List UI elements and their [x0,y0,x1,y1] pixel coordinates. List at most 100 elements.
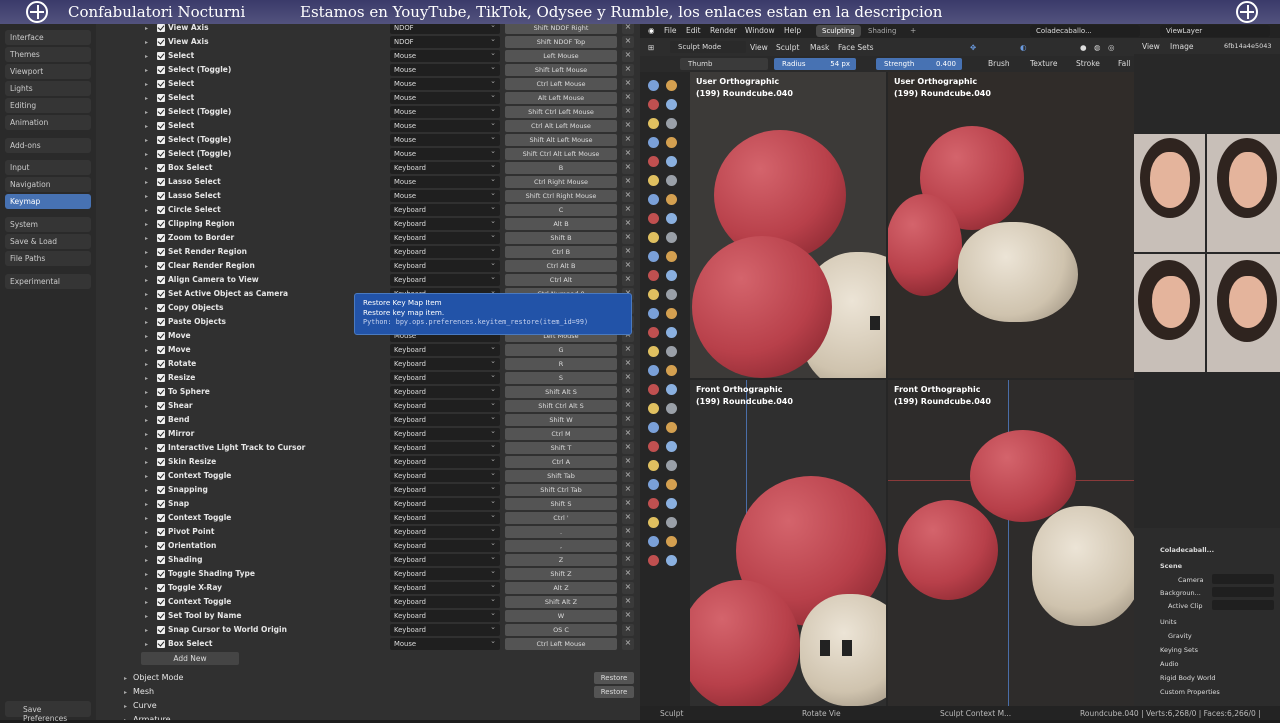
active-checkbox[interactable] [157,38,165,46]
gravity-section[interactable]: Gravity [1168,632,1192,640]
expand-arrow-icon[interactable]: ▸ [145,431,148,438]
remove-item-icon[interactable]: × [622,540,634,552]
active-checkbox[interactable] [157,472,165,480]
sculpt-brush-icon[interactable] [648,213,659,224]
expand-arrow-icon[interactable]: ▸ [145,473,148,480]
device-dropdown[interactable]: Keyboard [390,385,500,398]
expand-arrow-icon[interactable]: ▸ [145,487,148,494]
active-checkbox[interactable] [157,626,165,634]
active-checkbox[interactable] [157,108,165,116]
remove-item-icon[interactable]: × [622,610,634,622]
remove-item-icon[interactable]: × [622,512,634,524]
key-binding-field[interactable]: S [505,372,617,384]
expand-arrow-icon[interactable]: ▸ [145,235,148,242]
add-workspace-icon[interactable]: + [910,26,916,35]
sculpt-brush-icon[interactable] [648,441,659,452]
remove-item-icon[interactable]: × [622,246,634,258]
sculpt-brush-icon[interactable] [666,403,677,414]
key-binding-field[interactable]: Z [505,554,617,566]
expand-arrow-icon[interactable]: ▸ [145,585,148,592]
key-binding-field[interactable]: Shift Tab [505,470,617,482]
sculpt-brush-icon[interactable] [666,137,677,148]
key-binding-field[interactable]: Ctrl Alt B [505,260,617,272]
key-binding-field[interactable]: Shift Ctrl Alt S [505,400,617,412]
active-checkbox[interactable] [157,388,165,396]
active-checkbox[interactable] [157,556,165,564]
expand-arrow-icon[interactable]: ▸ [145,599,148,606]
device-dropdown[interactable]: Keyboard [390,399,500,412]
active-checkbox[interactable] [157,304,165,312]
remove-item-icon[interactable]: × [622,456,634,468]
radius-field[interactable]: Radius 54 px [774,58,856,70]
key-binding-field[interactable]: Ctrl Left Mouse [505,78,617,90]
expand-arrow-icon[interactable]: ▸ [145,123,148,130]
background-field[interactable] [1212,587,1274,597]
active-checkbox[interactable] [157,598,165,606]
sculpt-brush-icon[interactable] [666,175,677,186]
active-checkbox[interactable] [157,444,165,452]
active-checkbox[interactable] [157,332,165,340]
active-checkbox[interactable] [157,416,165,424]
sidebar-item-navigation[interactable]: Navigation [5,177,91,192]
sculpt-brush-icon[interactable] [648,479,659,490]
keymap-category[interactable]: ▸ Curve [124,701,157,710]
key-binding-field[interactable]: Shift Z [505,568,617,580]
camera-field[interactable] [1212,574,1274,584]
sculpt-brush-icon[interactable] [666,213,677,224]
sculpt-brush-icon[interactable] [666,498,677,509]
device-dropdown[interactable]: Keyboard [390,357,500,370]
sculpt-brush-icon[interactable] [648,194,659,205]
active-checkbox[interactable] [157,346,165,354]
key-binding-field[interactable]: Shift Left Mouse [505,64,617,76]
overlay-icon[interactable]: ◐ [1020,43,1027,52]
sculpt-brush-icon[interactable] [666,479,677,490]
viewport-bottom-right[interactable]: Front Orthographic (199) Roundcube.040 [888,380,1134,706]
device-dropdown[interactable]: Keyboard [390,567,500,580]
remove-item-icon[interactable]: × [622,190,634,202]
active-checkbox[interactable] [157,220,165,228]
active-checkbox[interactable] [157,486,165,494]
key-binding-field[interactable]: Shift B [505,232,617,244]
remove-item-icon[interactable]: × [622,162,634,174]
scene-selector[interactable]: Coladecaballo... [1030,25,1140,37]
sculpt-brush-icon[interactable] [666,270,677,281]
viewport-top-left[interactable]: User Orthographic (199) Roundcube.040 [690,72,886,378]
gizmo-icon[interactable]: ✥ [970,43,976,52]
sculpt-brush-icon[interactable] [648,156,659,167]
active-checkbox[interactable] [157,402,165,410]
device-dropdown[interactable]: Keyboard [390,343,500,356]
key-binding-field[interactable]: Ctrl Alt [505,274,617,286]
sidebar-item-animation[interactable]: Animation [5,115,91,130]
remove-item-icon[interactable]: × [622,148,634,160]
active-checkbox[interactable] [157,164,165,172]
sculpt-brush-icon[interactable] [666,118,677,129]
expand-arrow-icon[interactable]: ▸ [145,375,148,382]
sculpt-brush-icon[interactable] [648,403,659,414]
active-checkbox[interactable] [157,612,165,620]
key-binding-field[interactable]: Shift NDOF Top [505,36,617,48]
sculpt-brush-icon[interactable] [666,251,677,262]
menu-mask[interactable]: Mask [810,43,829,52]
key-binding-field[interactable]: Left Mouse [505,50,617,62]
key-binding-field[interactable]: Shift Alt S [505,386,617,398]
expand-arrow-icon[interactable]: ▸ [145,501,148,508]
remove-item-icon[interactable]: × [622,78,634,90]
remove-item-icon[interactable]: × [622,260,634,272]
expand-arrow-icon[interactable]: ▸ [145,165,148,172]
device-dropdown[interactable]: Keyboard [390,259,500,272]
save-preferences-button[interactable]: Save Preferences [5,701,91,723]
remove-item-icon[interactable]: × [622,204,634,216]
expand-arrow-icon[interactable]: ▸ [145,179,148,186]
expand-arrow-icon[interactable]: ▸ [145,39,148,46]
expand-arrow-icon[interactable]: ▸ [145,291,148,298]
sculpt-brush-icon[interactable] [666,289,677,300]
custom-props-section[interactable]: Custom Properties [1160,688,1220,696]
sculpt-brush-icon[interactable] [648,175,659,186]
sculpt-brush-icon[interactable] [648,384,659,395]
sculpt-brush-icon[interactable] [648,118,659,129]
sculpt-brush-icon[interactable] [648,99,659,110]
sidebar-item-system[interactable]: System [5,217,91,232]
device-dropdown[interactable]: Keyboard [390,483,500,496]
key-binding-field[interactable]: Ctrl Right Mouse [505,176,617,188]
remove-item-icon[interactable]: × [622,526,634,538]
